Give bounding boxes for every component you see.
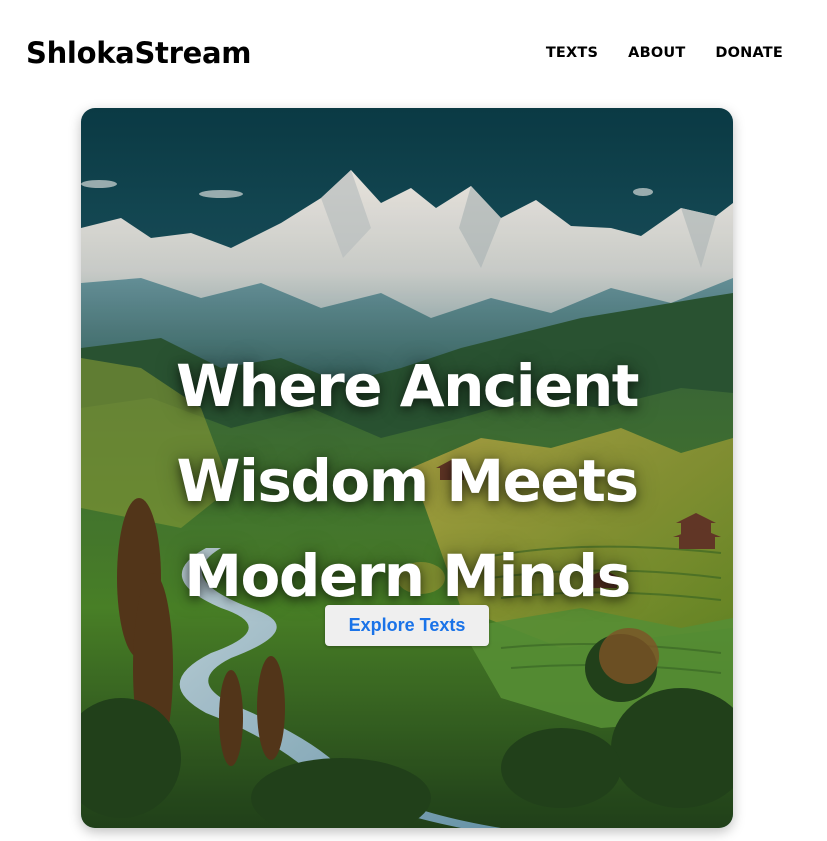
site-header: ShlokaStream TEXTS ABOUT DONATE xyxy=(0,0,827,108)
nav-link-donate[interactable]: DONATE xyxy=(715,44,783,62)
site-logo[interactable]: ShlokaStream xyxy=(26,34,251,72)
hero-headline: Where Ancient Wisdom Meets Modern Minds xyxy=(81,339,733,624)
nav-link-about[interactable]: ABOUT xyxy=(628,44,685,62)
nav-link-texts[interactable]: TEXTS xyxy=(546,44,598,62)
headline-line-2: Wisdom Meets xyxy=(176,446,639,515)
main-nav: TEXTS ABOUT DONATE xyxy=(546,44,783,62)
explore-texts-button[interactable]: Explore Texts xyxy=(325,605,489,646)
hero-section: Where Ancient Wisdom Meets Modern Minds … xyxy=(81,108,733,828)
headline-line-1: Where Ancient xyxy=(175,351,640,420)
